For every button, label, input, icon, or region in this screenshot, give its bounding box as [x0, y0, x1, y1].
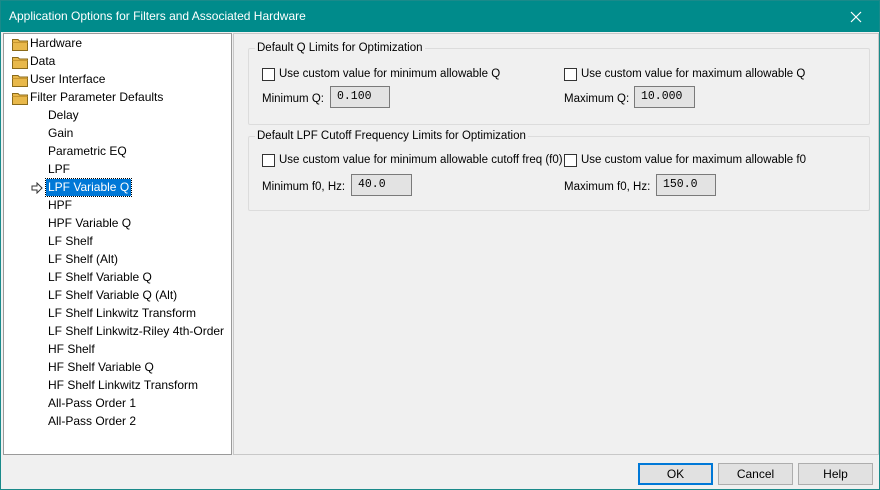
tree-item[interactable]: Data	[4, 53, 231, 71]
min-q-label: Minimum Q:	[262, 93, 324, 105]
max-q-field[interactable]: 10.000	[634, 86, 695, 108]
max-q-checkbox-row[interactable]: Use custom value for maximum allowable Q	[564, 66, 805, 82]
min-f0-checkbox-label: Use custom value for minimum allowable c…	[279, 154, 563, 166]
max-q-label: Maximum Q:	[564, 93, 630, 105]
settings-panel: Default Q Limits for Optimization Use cu…	[233, 33, 879, 455]
tree-item-label: Data	[30, 54, 56, 68]
tree-item-label: Parametric EQ	[48, 144, 127, 158]
tree-item[interactable]: LPF Variable Q	[4, 178, 231, 197]
q-limits-title: Default Q Limits for Optimization	[255, 41, 425, 55]
min-q-checkbox-label: Use custom value for minimum allowable Q	[279, 68, 501, 80]
tree-item[interactable]: User Interface	[4, 71, 231, 89]
tree-item-label: LPF	[48, 162, 71, 176]
tree-item-label: HF Shelf	[48, 342, 95, 356]
tree-item[interactable]: LF Shelf Variable Q (Alt)	[4, 287, 231, 305]
tree-item[interactable]: HF Shelf	[4, 341, 231, 359]
tree-item[interactable]: HPF	[4, 197, 231, 215]
tree-item[interactable]: LF Shelf Linkwitz-Riley 4th-Order	[4, 323, 231, 341]
min-f0-checkbox-row[interactable]: Use custom value for minimum allowable c…	[262, 152, 563, 168]
tree-item-label: HPF Variable Q	[48, 216, 132, 230]
max-f0-checkbox-label: Use custom value for maximum allowable f…	[581, 154, 806, 166]
tree-item-label: LF Shelf Linkwitz Transform	[48, 306, 197, 320]
tree-item[interactable]: LF Shelf (Alt)	[4, 251, 231, 269]
max-q-checkbox[interactable]	[564, 67, 577, 81]
cutoff-limits-group: Default LPF Cutoff Frequency Limits for …	[248, 129, 870, 211]
min-q-checkbox-row[interactable]: Use custom value for minimum allowable Q	[262, 66, 500, 82]
max-f0-field[interactable]: 150.0	[656, 174, 716, 196]
help-button[interactable]: Help	[798, 463, 873, 485]
tree-item[interactable]: LPF	[4, 161, 231, 179]
tree-item[interactable]: All-Pass Order 1	[4, 395, 231, 413]
window-title: Application Options for Filters and Asso…	[9, 9, 306, 23]
folder-icon	[12, 75, 28, 87]
tree-item[interactable]: HF Shelf Variable Q	[4, 359, 231, 377]
tree-item[interactable]: LF Shelf Variable Q	[4, 269, 231, 287]
ok-button[interactable]: OK	[638, 463, 713, 485]
tree-item[interactable]: Gain	[4, 125, 231, 143]
folder-icon	[12, 39, 28, 51]
tree-item[interactable]: Delay	[4, 107, 231, 125]
max-f0-checkbox[interactable]	[564, 153, 577, 167]
folder-icon	[12, 57, 28, 69]
tree-item-label: LF Shelf Linkwitz-Riley 4th-Order	[48, 324, 225, 338]
tree-item[interactable]: All-Pass Order 2	[4, 413, 231, 431]
min-f0-field[interactable]: 40.0	[351, 174, 412, 196]
max-q-checkbox-label: Use custom value for maximum allowable Q	[581, 68, 806, 80]
tree-item-label: LF Shelf	[48, 234, 93, 248]
tree-item-label: LF Shelf Variable Q	[48, 270, 152, 284]
cancel-button[interactable]: Cancel	[718, 463, 793, 485]
tree-item-label: Gain	[48, 126, 74, 140]
tree-item-label: Hardware	[30, 36, 83, 50]
min-q-field[interactable]: 0.100	[330, 86, 390, 108]
button-bar: OK Cancel Help	[1, 456, 879, 489]
tree-item[interactable]: Filter Parameter Defaults	[4, 89, 231, 107]
tree-item-label: LF Shelf (Alt)	[48, 252, 119, 266]
q-limits-group: Default Q Limits for Optimization Use cu…	[248, 41, 870, 125]
min-f0-checkbox[interactable]	[262, 153, 275, 167]
tree-item-label: User Interface	[30, 72, 106, 86]
tree-item-label: All-Pass Order 1	[48, 396, 137, 410]
folder-icon	[12, 93, 28, 105]
max-f0-checkbox-row[interactable]: Use custom value for maximum allowable f…	[564, 152, 806, 168]
options-tree[interactable]: Hardware Data User Interface Filter Paramet…	[3, 33, 232, 455]
close-icon	[850, 11, 862, 22]
min-q-checkbox[interactable]	[262, 67, 275, 81]
cutoff-limits-title: Default LPF Cutoff Frequency Limits for …	[255, 129, 528, 143]
tree-item-label: All-Pass Order 2	[48, 414, 137, 428]
tree-item[interactable]: Hardware	[4, 35, 231, 53]
tree-item-label: Delay	[48, 108, 79, 122]
tree-item[interactable]: LF Shelf	[4, 233, 231, 251]
min-f0-label: Minimum f0, Hz:	[262, 181, 346, 193]
tree-item-label: HPF	[48, 198, 72, 212]
tree-item[interactable]: HPF Variable Q	[4, 215, 231, 233]
tree-item-label: LPF Variable Q	[44, 178, 133, 197]
tree-item-label: LF Shelf Variable Q (Alt)	[48, 288, 178, 302]
tree-item[interactable]: LF Shelf Linkwitz Transform	[4, 305, 231, 323]
options-dialog: Application Options for Filters and Asso…	[0, 0, 880, 490]
title-bar[interactable]: Application Options for Filters and Asso…	[1, 1, 879, 32]
selection-arrow-icon	[31, 182, 43, 194]
tree-item-label: Filter Parameter Defaults	[30, 90, 164, 104]
max-f0-label: Maximum f0, Hz:	[564, 181, 651, 193]
tree-item[interactable]: HF Shelf Linkwitz Transform	[4, 377, 231, 395]
tree-item-label: HF Shelf Variable Q	[48, 360, 154, 374]
tree-item-label: HF Shelf Linkwitz Transform	[48, 378, 199, 392]
tree-item[interactable]: Parametric EQ	[4, 143, 231, 161]
close-button[interactable]	[833, 1, 879, 32]
